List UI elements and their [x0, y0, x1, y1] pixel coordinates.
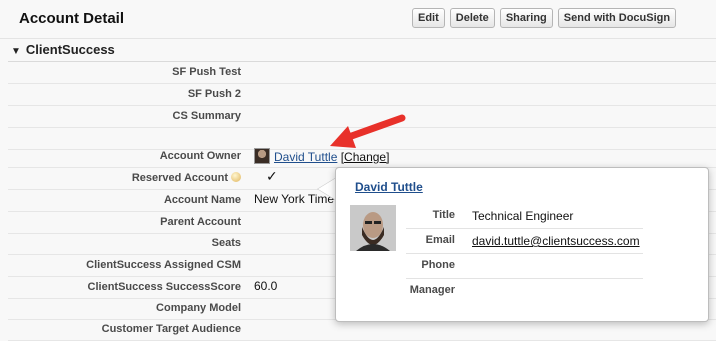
page-header: Account Detail Edit Delete Sharing Send … — [0, 0, 716, 39]
user-hover-card: David Tuttle Title Technical Engineer Em… — [335, 167, 709, 322]
field-label: CS Summary — [172, 110, 241, 122]
annotation-arrow-icon — [330, 114, 406, 148]
field-label: Company Model — [156, 302, 241, 314]
popup-row-phone: Phone — [406, 254, 643, 279]
field-label: Reserved Account — [132, 172, 241, 184]
field-label: Account Name — [163, 194, 241, 206]
sharing-button[interactable]: Sharing — [499, 8, 553, 28]
field-row: SF Push 2 — [8, 84, 716, 106]
popup-user-name-link[interactable]: David Tuttle — [355, 180, 423, 194]
popup-label: Phone — [421, 259, 455, 271]
successscore-value: 60.0 — [254, 279, 278, 293]
section-header[interactable]: ▼ ClientSuccess — [11, 42, 115, 57]
delete-button[interactable]: Delete — [449, 8, 495, 28]
field-row: Customer Target Audience — [8, 319, 716, 341]
popup-label: Title — [432, 209, 455, 221]
field-label: ClientSuccess Assigned CSM — [86, 259, 241, 271]
field-label: Seats — [211, 237, 241, 249]
popup-row-manager: Manager — [406, 279, 643, 303]
popup-label: Email — [425, 234, 455, 246]
field-row: SF Push Test — [8, 62, 716, 84]
field-label: ClientSuccess SuccessScore — [87, 281, 241, 293]
avatar[interactable] — [254, 148, 270, 164]
section-title: ClientSuccess — [25, 42, 115, 57]
email-link[interactable]: david.tuttle@clientsuccess.com — [472, 234, 640, 248]
toolbar: Edit Delete Sharing Send with DocuSign — [412, 8, 677, 28]
user-photo — [350, 205, 396, 251]
triangle-down-icon[interactable]: ▼ — [11, 46, 21, 57]
field-label: Customer Target Audience — [101, 323, 241, 335]
field-label-text: Reserved Account — [131, 172, 228, 184]
popup-title-value: Technical Engineer — [472, 209, 574, 223]
edit-button[interactable]: Edit — [412, 8, 445, 28]
info-icon[interactable] — [231, 172, 241, 182]
popup-row-title: Title Technical Engineer — [406, 204, 643, 229]
reserved-checkmark: ✓ — [266, 168, 278, 184]
popup-pointer — [318, 178, 336, 200]
popup-label: Manager — [409, 284, 455, 296]
field-label: SF Push Test — [172, 66, 241, 78]
field-label: Account Owner — [159, 150, 241, 162]
popup-row-email: Email david.tuttle@clientsuccess.com — [406, 229, 643, 254]
page-title: Account Detail — [19, 10, 125, 27]
send-with-docusign-button[interactable]: Send with DocuSign — [557, 8, 677, 28]
field-label: Parent Account — [160, 216, 241, 228]
field-label: SF Push 2 — [187, 88, 241, 100]
